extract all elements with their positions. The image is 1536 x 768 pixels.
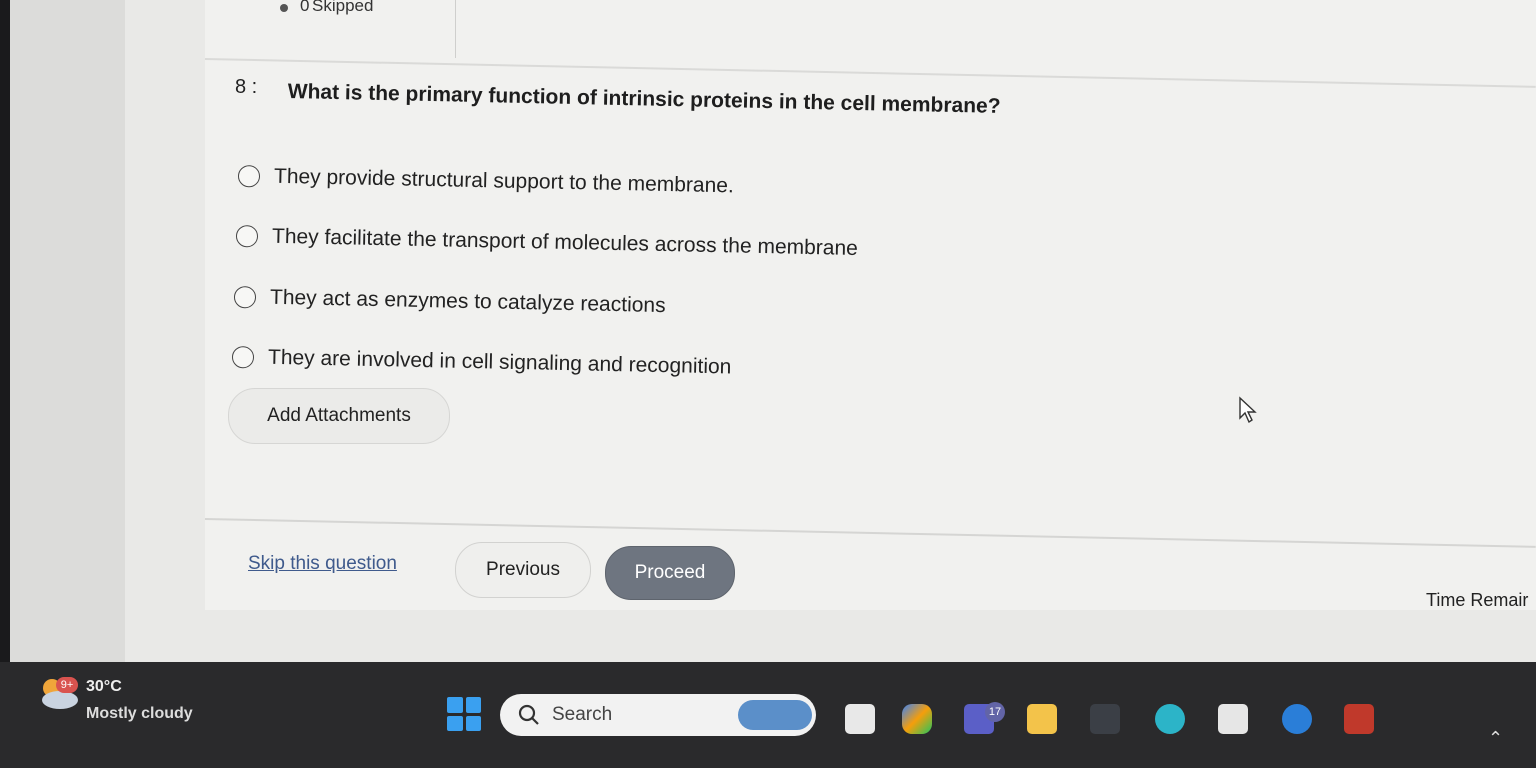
microsoft-store-icon[interactable] — [1218, 704, 1248, 734]
teams-badge: 17 — [985, 702, 1005, 722]
radio-button[interactable] — [231, 346, 255, 369]
status-dot — [280, 4, 288, 12]
copilot-icon[interactable] — [902, 704, 932, 734]
edge-icon[interactable] — [1155, 704, 1185, 734]
search-icon — [518, 704, 539, 725]
search-highlight-art — [738, 700, 812, 730]
skipped-count: 0 — [300, 0, 310, 15]
previous-button[interactable]: Previous — [455, 542, 591, 598]
proceed-button[interactable]: Proceed — [605, 546, 735, 600]
taskbar-search[interactable]: Search — [500, 694, 816, 736]
temperature[interactable]: 30°C — [86, 678, 122, 696]
weather-condition[interactable]: Mostly cloudy — [86, 705, 193, 723]
task-view-icon[interactable] — [845, 704, 875, 734]
mcafee-icon[interactable] — [1344, 704, 1374, 734]
add-attachments-button[interactable]: Add Attachments — [228, 388, 450, 444]
file-explorer-icon[interactable] — [1027, 704, 1057, 734]
time-remaining-label: Time Remair — [1426, 590, 1529, 610]
screen: 0 Skipped 8 : What is the primary functi… — [10, 0, 1536, 662]
skip-question-link[interactable]: Skip this question — [248, 553, 397, 575]
myhp-icon[interactable] — [1090, 704, 1120, 734]
windows-start-icon[interactable] — [447, 697, 481, 731]
weather-badge: 9+ — [56, 677, 78, 693]
divider-vertical — [455, 0, 456, 58]
left-panel — [10, 0, 125, 662]
radio-button[interactable] — [235, 225, 259, 248]
radio-button[interactable] — [237, 165, 261, 188]
question-number: 8 : — [235, 76, 258, 98]
search-placeholder: Search — [552, 704, 613, 725]
chevron-up-icon[interactable]: ⌃ — [1488, 728, 1503, 749]
mouse-cursor-icon — [1239, 396, 1257, 424]
skipped-label: Skipped — [312, 0, 374, 15]
radio-button[interactable] — [233, 286, 257, 309]
help-icon[interactable] — [1282, 704, 1312, 734]
